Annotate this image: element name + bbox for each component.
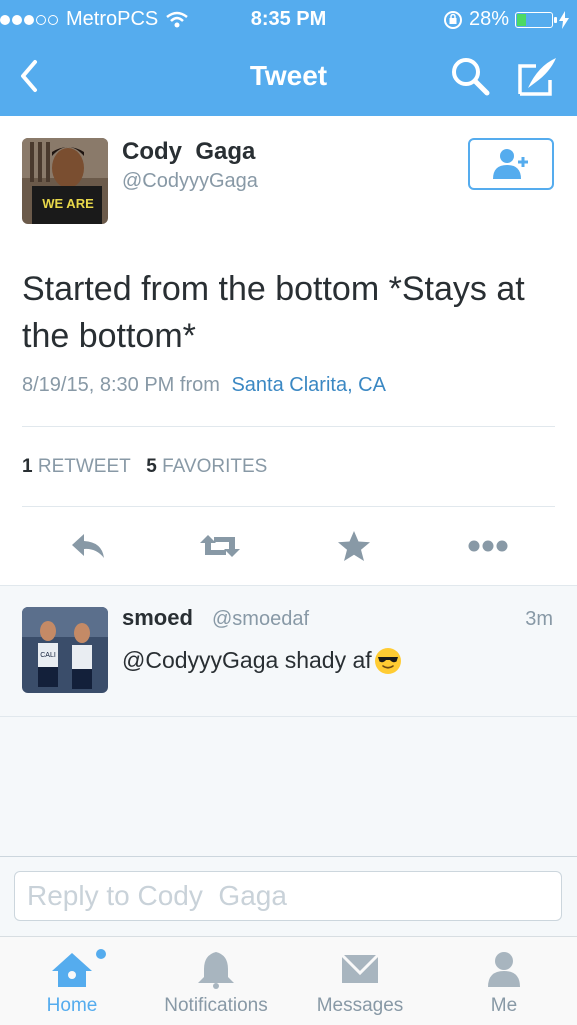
author-avatar[interactable]: WE ARE bbox=[22, 138, 108, 224]
tab-me[interactable]: Me bbox=[432, 937, 576, 1025]
from-label: from bbox=[179, 374, 220, 396]
home-icon bbox=[52, 953, 92, 987]
reply-input[interactable] bbox=[14, 871, 562, 921]
favorite-button[interactable] bbox=[332, 524, 376, 568]
star-icon bbox=[338, 531, 370, 561]
follow-button[interactable] bbox=[468, 138, 554, 190]
divider bbox=[22, 506, 555, 507]
reply-icon bbox=[72, 534, 104, 558]
tweet-stats: 1 RETWEET 5 FAVORITES bbox=[22, 456, 267, 478]
reply-list-item[interactable]: CALI smoed @smoedaf 3m @CodyyyGaga shady… bbox=[0, 587, 577, 717]
more-button[interactable] bbox=[466, 524, 510, 568]
tab-notifications[interactable]: Notifications bbox=[144, 937, 288, 1025]
favorites-stat[interactable]: 5 FAVORITES bbox=[146, 456, 267, 477]
retweets-stat[interactable]: 1 RETWEET bbox=[22, 456, 130, 477]
status-bar: MetroPCS 8:35 PM 28% bbox=[0, 0, 577, 38]
tab-messages-label: Messages bbox=[316, 995, 404, 1016]
divider bbox=[0, 716, 577, 717]
reply-time: 3m bbox=[525, 608, 553, 630]
retweet-icon bbox=[200, 535, 240, 557]
reply-compose-bar bbox=[0, 856, 577, 937]
charging-bolt-icon bbox=[559, 10, 569, 29]
tweet-text: Started from the bottom *Stays at the bo… bbox=[22, 270, 525, 355]
divider bbox=[22, 426, 555, 427]
compose-tweet-icon[interactable] bbox=[514, 54, 560, 98]
tab-me-label: Me bbox=[490, 995, 518, 1016]
tab-messages[interactable]: Messages bbox=[288, 937, 432, 1025]
nav-bar: Tweet bbox=[0, 38, 577, 116]
tweet-detail: WE ARE Cody Gaga @CodyyyGaga Started fro… bbox=[0, 116, 577, 586]
avatar-jersey-text: CALI bbox=[40, 652, 56, 659]
search-icon[interactable] bbox=[448, 54, 492, 98]
reply-author-name[interactable]: smoed bbox=[122, 605, 193, 631]
sunglasses-emoji-icon bbox=[374, 647, 401, 674]
bell-icon bbox=[198, 952, 234, 989]
author-name[interactable]: Cody Gaga bbox=[122, 138, 255, 166]
tab-notifications-label: Notifications bbox=[164, 995, 268, 1016]
tweet-location[interactable]: Santa Clarita, CA bbox=[231, 374, 386, 396]
tab-home[interactable]: Home bbox=[0, 937, 144, 1025]
reply-author-handle[interactable]: @smoedaf bbox=[212, 608, 309, 631]
retweet-button[interactable] bbox=[198, 524, 242, 568]
tweet-meta: 8/19/15, 8:30 PM from Santa Clarita, CA bbox=[22, 374, 386, 397]
home-unread-dot bbox=[96, 949, 106, 959]
favorites-label: FAVORITES bbox=[162, 456, 268, 477]
battery-percent: 28% bbox=[468, 8, 509, 30]
rotation-lock-icon bbox=[443, 10, 462, 29]
battery-icon bbox=[515, 11, 557, 28]
tweet-timestamp: 8/19/15, 8:30 PM bbox=[22, 374, 175, 396]
app-header: MetroPCS 8:35 PM 28% Tweet bbox=[0, 0, 577, 116]
reply-text: @CodyyyGaga shady af bbox=[122, 647, 401, 674]
add-user-icon bbox=[493, 149, 528, 179]
reply-author-avatar[interactable]: CALI bbox=[22, 607, 108, 693]
envelope-icon bbox=[340, 953, 380, 983]
more-dots-icon bbox=[468, 540, 508, 552]
tab-home-label: Home bbox=[46, 995, 98, 1016]
retweets-label: RETWEET bbox=[37, 456, 131, 477]
tab-bar: Home Notifications Messages Me bbox=[0, 936, 577, 1025]
favorites-count: 5 bbox=[146, 456, 157, 477]
divider bbox=[0, 585, 577, 586]
avatar-shirt-text: WE ARE bbox=[42, 196, 94, 211]
reply-button[interactable] bbox=[66, 524, 110, 568]
tweet-actions bbox=[0, 524, 577, 568]
retweets-count: 1 bbox=[22, 456, 33, 477]
author-handle[interactable]: @CodyyyGaga bbox=[122, 170, 258, 193]
reply-text-content: @CodyyyGaga shady af bbox=[122, 647, 372, 673]
person-icon bbox=[488, 952, 520, 987]
status-right: 28% bbox=[443, 8, 569, 31]
